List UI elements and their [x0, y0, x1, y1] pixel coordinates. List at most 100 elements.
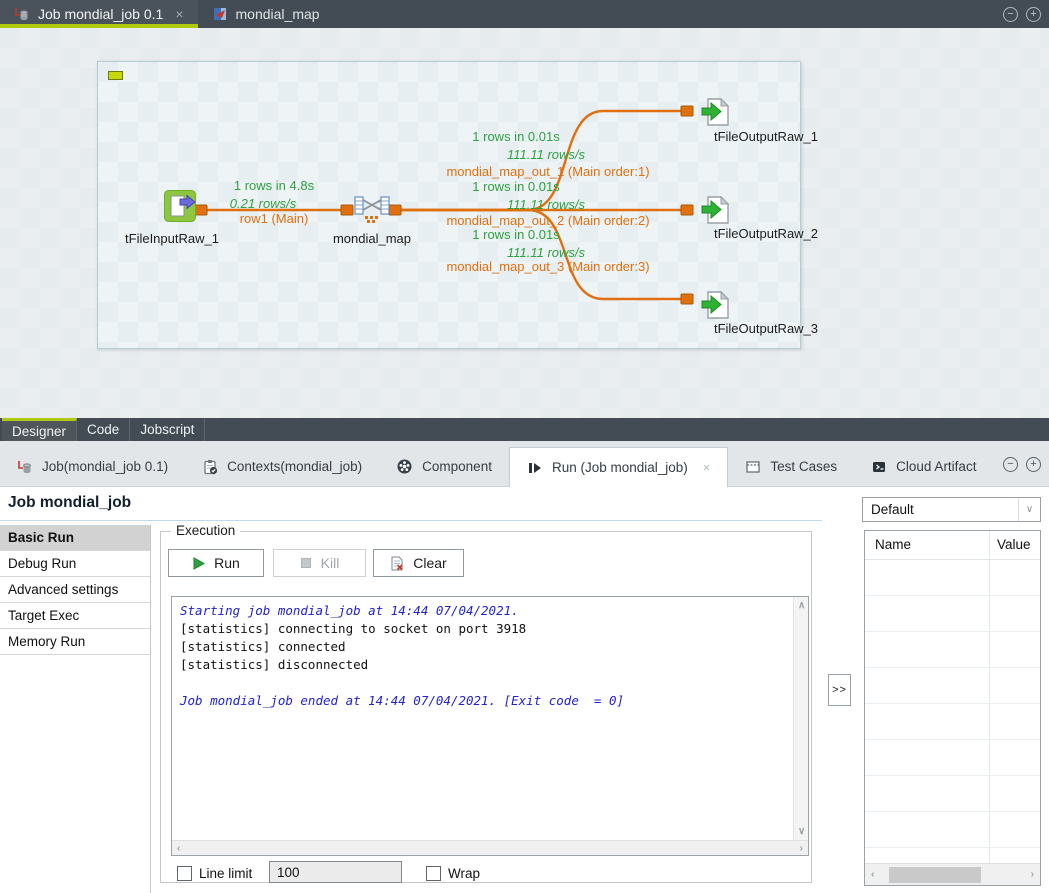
line-limit-checkbox[interactable] — [177, 866, 192, 881]
tab-label: Component — [422, 459, 492, 474]
line-limit-input[interactable] — [269, 861, 402, 883]
tab-label: Run (Job mondial_job) — [552, 460, 688, 475]
table-header: Name Value — [865, 531, 1040, 560]
minimize-icon[interactable]: − — [1003, 7, 1018, 22]
test-cases-icon — [745, 459, 761, 475]
kill-button[interactable]: Kill — [273, 549, 366, 577]
designer-area: tFileInputRaw_1 mondial_map — [0, 28, 1049, 418]
clear-button[interactable]: Clear — [373, 549, 464, 577]
tab-label: Job(mondial_job 0.1) — [42, 459, 168, 474]
expand-context-button[interactable]: >> — [828, 674, 851, 706]
close-icon[interactable]: × — [175, 6, 183, 22]
page-title: Job mondial_job — [8, 494, 131, 512]
tab-mondial-map[interactable]: mondial_map — [198, 0, 334, 28]
tFileOutputRaw-icon — [701, 289, 731, 321]
console-line — [180, 674, 788, 692]
wrap-checkbox[interactable] — [426, 866, 441, 881]
table-body[interactable] — [865, 560, 1040, 863]
execution-group: Execution Run Kill Clear Starting job mo… — [160, 531, 812, 883]
console-horizontal-scrollbar[interactable]: ‹ › — [172, 840, 808, 855]
component-label: tFileOutputRaw_2 — [696, 226, 836, 241]
out1-rate-stat: 111.11 rows/s — [426, 147, 666, 162]
out3-link-label[interactable]: mondial_map_out_3 (Main order:3) — [428, 259, 668, 274]
tab-jobscript[interactable]: Jobscript — [130, 418, 205, 441]
clear-doc-icon — [390, 556, 404, 571]
component-label: tFileInputRaw_1 — [112, 231, 232, 246]
maximize-icon[interactable]: + — [1026, 7, 1041, 22]
run-button[interactable]: Run — [168, 549, 264, 577]
tab-job-view[interactable]: Job(mondial_job 0.1) — [0, 447, 185, 486]
row1-rows-stat: 1 rows in 4.8s — [154, 178, 394, 193]
scroll-down-icon[interactable]: ∨ — [798, 826, 805, 837]
context-select[interactable]: Default ∨ — [862, 497, 1041, 522]
port-out3-in[interactable] — [681, 294, 693, 304]
out3-rows-stat: 1 rows in 0.01s — [396, 227, 636, 242]
console-output: Starting job mondial_job at 14:44 07/04/… — [180, 602, 788, 710]
sidebar-item-advanced-settings[interactable]: Advanced settings — [0, 577, 150, 603]
job-design-canvas[interactable]: tFileInputRaw_1 mondial_map — [97, 61, 801, 349]
stop-icon — [300, 557, 312, 569]
console-line: [statistics] connected — [180, 638, 788, 656]
tab-run[interactable]: Run (Job mondial_job) × — [509, 447, 728, 487]
tab-label: Test Cases — [770, 459, 837, 474]
tab-job-mondial-job[interactable]: Job mondial_job 0.1 × — [0, 0, 198, 28]
context-select-value: Default — [863, 502, 1018, 517]
port-out2-in[interactable] — [681, 205, 693, 215]
play-icon — [192, 557, 205, 570]
sidebar-item-basic-run[interactable]: Basic Run — [0, 525, 150, 551]
execution-group-label: Execution — [171, 523, 240, 538]
scroll-right-icon[interactable]: › — [1031, 869, 1034, 880]
sidebar-item-target-exec[interactable]: Target Exec — [0, 603, 150, 629]
editor-tab-bar: Job mondial_job 0.1 × mondial_map − + — [0, 0, 1049, 28]
run-sidebar: Basic Run Debug Run Advanced settings Ta… — [0, 525, 151, 893]
column-header-value[interactable]: Value — [997, 537, 1031, 552]
designer-tab-bar: Designer Code Jobscript — [0, 418, 1049, 441]
out3-rate-stat: 111.11 rows/s — [426, 245, 666, 260]
row1-link-label[interactable]: row1 (Main) — [154, 211, 394, 226]
view-window-controls: − + — [1003, 441, 1041, 487]
sidebar-item-debug-run[interactable]: Debug Run — [0, 551, 150, 577]
console-vertical-scrollbar[interactable]: ∧ ∨ — [793, 597, 808, 840]
tab-contexts[interactable]: Contexts(mondial_job) — [185, 447, 379, 486]
sidebar-item-memory-run[interactable]: Memory Run — [0, 629, 150, 655]
component-label: tFileOutputRaw_3 — [696, 321, 836, 336]
close-icon[interactable]: × — [703, 460, 711, 475]
console-line: Job mondial_job ended at 14:44 07/04/202… — [180, 692, 788, 710]
out2-link-label[interactable]: mondial_map_out_2 (Main order:2) — [428, 213, 668, 228]
line-limit-label: Line limit — [199, 866, 252, 881]
tab-cloud-artifact[interactable]: Cloud Artifact — [854, 447, 993, 486]
tab-test-cases[interactable]: Test Cases — [728, 447, 854, 486]
out1-link-label[interactable]: mondial_map_out_1 (Main order:1) — [428, 164, 668, 179]
column-header-name[interactable]: Name — [875, 537, 911, 552]
tab-designer[interactable]: Designer — [2, 418, 77, 441]
out2-rate-stat: 111.11 rows/s — [426, 197, 666, 212]
editor-window-controls: − + — [1003, 0, 1041, 28]
execution-console[interactable]: Starting job mondial_job at 14:44 07/04/… — [171, 596, 809, 856]
console-line: Starting job mondial_job at 14:44 07/04/… — [180, 602, 788, 620]
scrollbar-thumb[interactable] — [889, 867, 981, 883]
console-line: [statistics] disconnected — [180, 656, 788, 674]
view-tab-bar: Job(mondial_job 0.1) Contexts(mondial_jo… — [0, 441, 1049, 487]
map-icon — [212, 6, 228, 22]
console-line: [statistics] connecting to socket on por… — [180, 620, 788, 638]
scroll-left-icon[interactable]: ‹ — [871, 869, 874, 880]
component-icon — [396, 458, 413, 475]
cloud-artifact-icon — [871, 459, 887, 475]
tFileOutputRaw-icon — [701, 96, 731, 128]
context-variables-table[interactable]: Name Value ‹ › — [864, 530, 1041, 886]
scroll-right-icon[interactable]: › — [800, 843, 803, 854]
tab-code[interactable]: Code — [77, 418, 130, 441]
maximize-icon[interactable]: + — [1026, 457, 1041, 472]
chevron-down-icon[interactable]: ∨ — [1018, 498, 1040, 521]
wrap-label: Wrap — [448, 866, 480, 881]
table-horizontal-scrollbar[interactable]: ‹ › — [865, 863, 1040, 885]
component-tFileOutputRaw-1[interactable] — [701, 96, 731, 133]
tab-label: Contexts(mondial_job) — [227, 459, 362, 474]
tab-component[interactable]: Component — [379, 447, 509, 486]
scroll-up-icon[interactable]: ∧ — [798, 600, 805, 611]
scroll-left-icon[interactable]: ‹ — [177, 843, 180, 854]
port-out1-in[interactable] — [681, 106, 693, 116]
tab-label: mondial_map — [236, 6, 320, 22]
minimize-icon[interactable]: − — [1003, 457, 1018, 472]
run-view-icon — [527, 460, 543, 476]
